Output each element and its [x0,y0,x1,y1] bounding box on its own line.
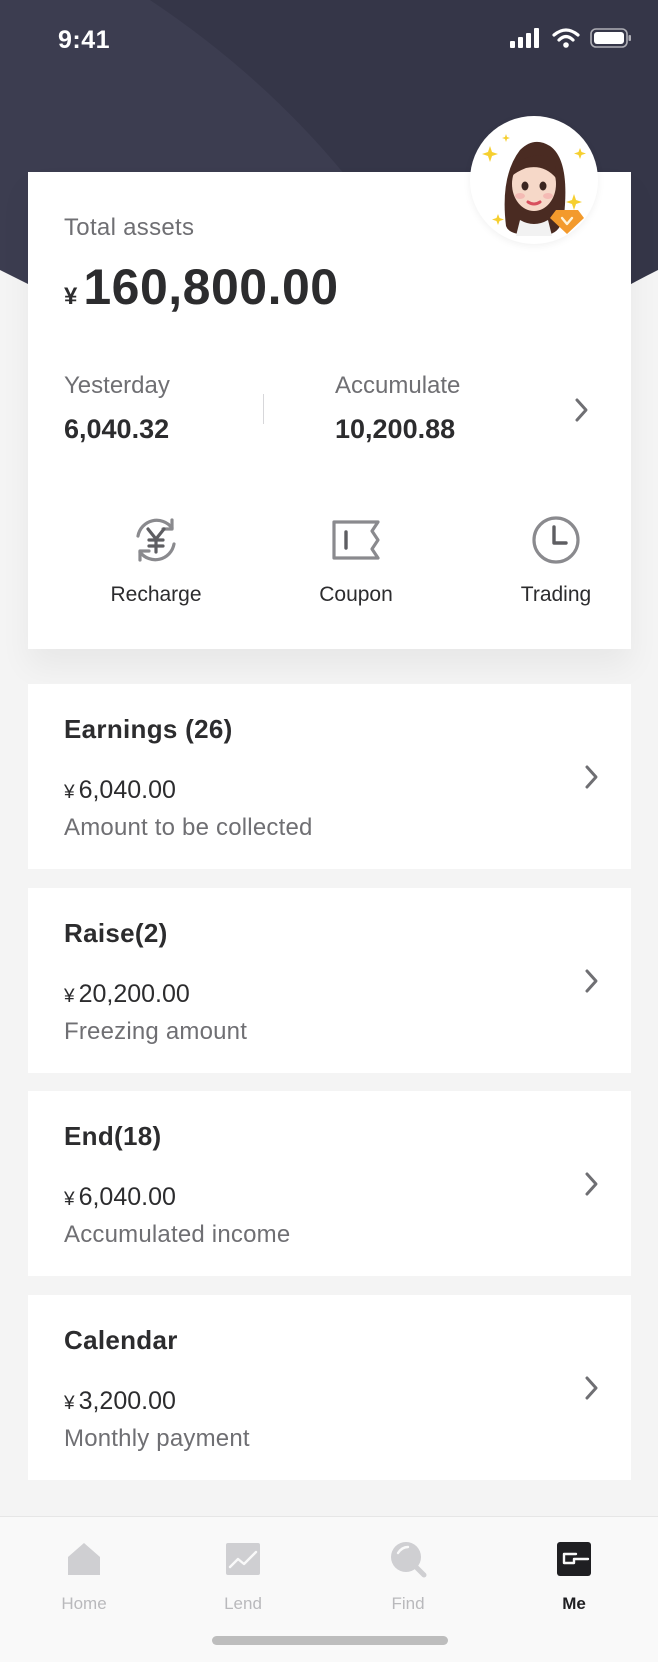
accumulate-label: Accumulate [335,372,461,399]
cellular-signal-icon [510,28,539,48]
trading-action[interactable]: Trading [486,512,626,607]
chevron-right-icon [585,765,598,789]
card-amount-value: 3,200.00 [78,1387,176,1415]
coupon-icon [332,520,380,560]
status-bar: 9:41 [0,0,658,84]
tab-lend[interactable]: Lend [193,1539,293,1614]
coupon-action[interactable]: Coupon [286,512,426,607]
card-amount-value: 6,040.00 [78,776,176,804]
avatar-illustration [482,134,586,236]
card-amount-value: 20,200.00 [78,980,190,1008]
profile-card-icon [557,1542,591,1576]
currency-symbol: ¥ [64,1393,75,1414]
wifi-icon [552,28,580,48]
chevron-right-icon [585,1172,598,1196]
home-icon [68,1543,100,1575]
tab-me-label: Me [562,1594,586,1613]
card-title: Earnings (26) [64,714,233,744]
stat-divider [263,394,264,424]
clock-icon [532,516,580,564]
currency-symbol: ¥ [64,782,75,803]
yesterday-label: Yesterday [64,372,170,399]
tab-find[interactable]: Find [358,1539,458,1614]
card-title: Calendar [64,1325,178,1355]
calendar-card[interactable]: Calendar ¥ 3,200.00 Monthly payment [28,1295,631,1480]
card-description: Freezing amount [64,1018,248,1045]
recharge-action[interactable]: Recharge [86,512,226,607]
search-icon [391,1542,427,1578]
coupon-label: Coupon [319,583,393,606]
end-card[interactable]: End(18) ¥ 6,040.00 Accumulated income [28,1091,631,1276]
card-amount: ¥ 6,040.00 [64,776,176,805]
trading-label: Trading [520,583,592,606]
battery-icon [590,28,631,48]
tab-home-label: Home [61,1594,107,1613]
total-assets-value: 160,800.00 [83,259,339,315]
yesterday-stat: Yesterday 6,040.32 [64,372,170,445]
status-time: 9:41 [58,26,111,54]
recharge-icon [136,518,176,562]
chevron-right-icon [585,1376,598,1400]
chart-icon [226,1543,260,1575]
home-indicator [212,1636,448,1645]
avatar[interactable] [470,116,598,244]
card-description: Monthly payment [64,1425,250,1452]
tab-lend-label: Lend [224,1594,262,1613]
tab-me[interactable]: Me [524,1539,624,1614]
total-assets-amount: ¥ 160,800.00 [64,258,339,316]
accumulate-value: 10,200.88 [335,414,456,444]
card-title: End(18) [64,1121,162,1151]
card-description: Accumulated income [64,1221,291,1248]
accumulate-stat: Accumulate 10,200.88 [335,372,460,445]
status-icons [510,28,632,48]
total-assets-label: Total assets [64,214,195,241]
currency-symbol: ¥ [64,1189,75,1210]
tab-home[interactable]: Home [34,1539,134,1614]
chevron-right-icon [585,969,598,993]
card-description: Amount to be collected [64,814,313,841]
earnings-card[interactable]: Earnings (26) ¥ 6,040.00 Amount to be co… [28,684,631,869]
card-amount-value: 6,040.00 [78,1183,176,1211]
card-title: Raise(2) [64,918,168,948]
currency-symbol: ¥ [64,283,78,310]
recharge-label: Recharge [110,583,202,606]
yesterday-value: 6,040.32 [64,414,170,444]
card-amount: ¥ 3,200.00 [64,1387,176,1416]
currency-symbol: ¥ [64,986,75,1007]
card-amount: ¥ 6,040.00 [64,1183,176,1212]
assets-details-chevron-icon[interactable] [574,397,590,423]
tab-find-label: Find [391,1594,425,1613]
raise-card[interactable]: Raise(2) ¥ 20,200.00 Freezing amount [28,888,631,1073]
card-amount: ¥ 20,200.00 [64,980,190,1009]
